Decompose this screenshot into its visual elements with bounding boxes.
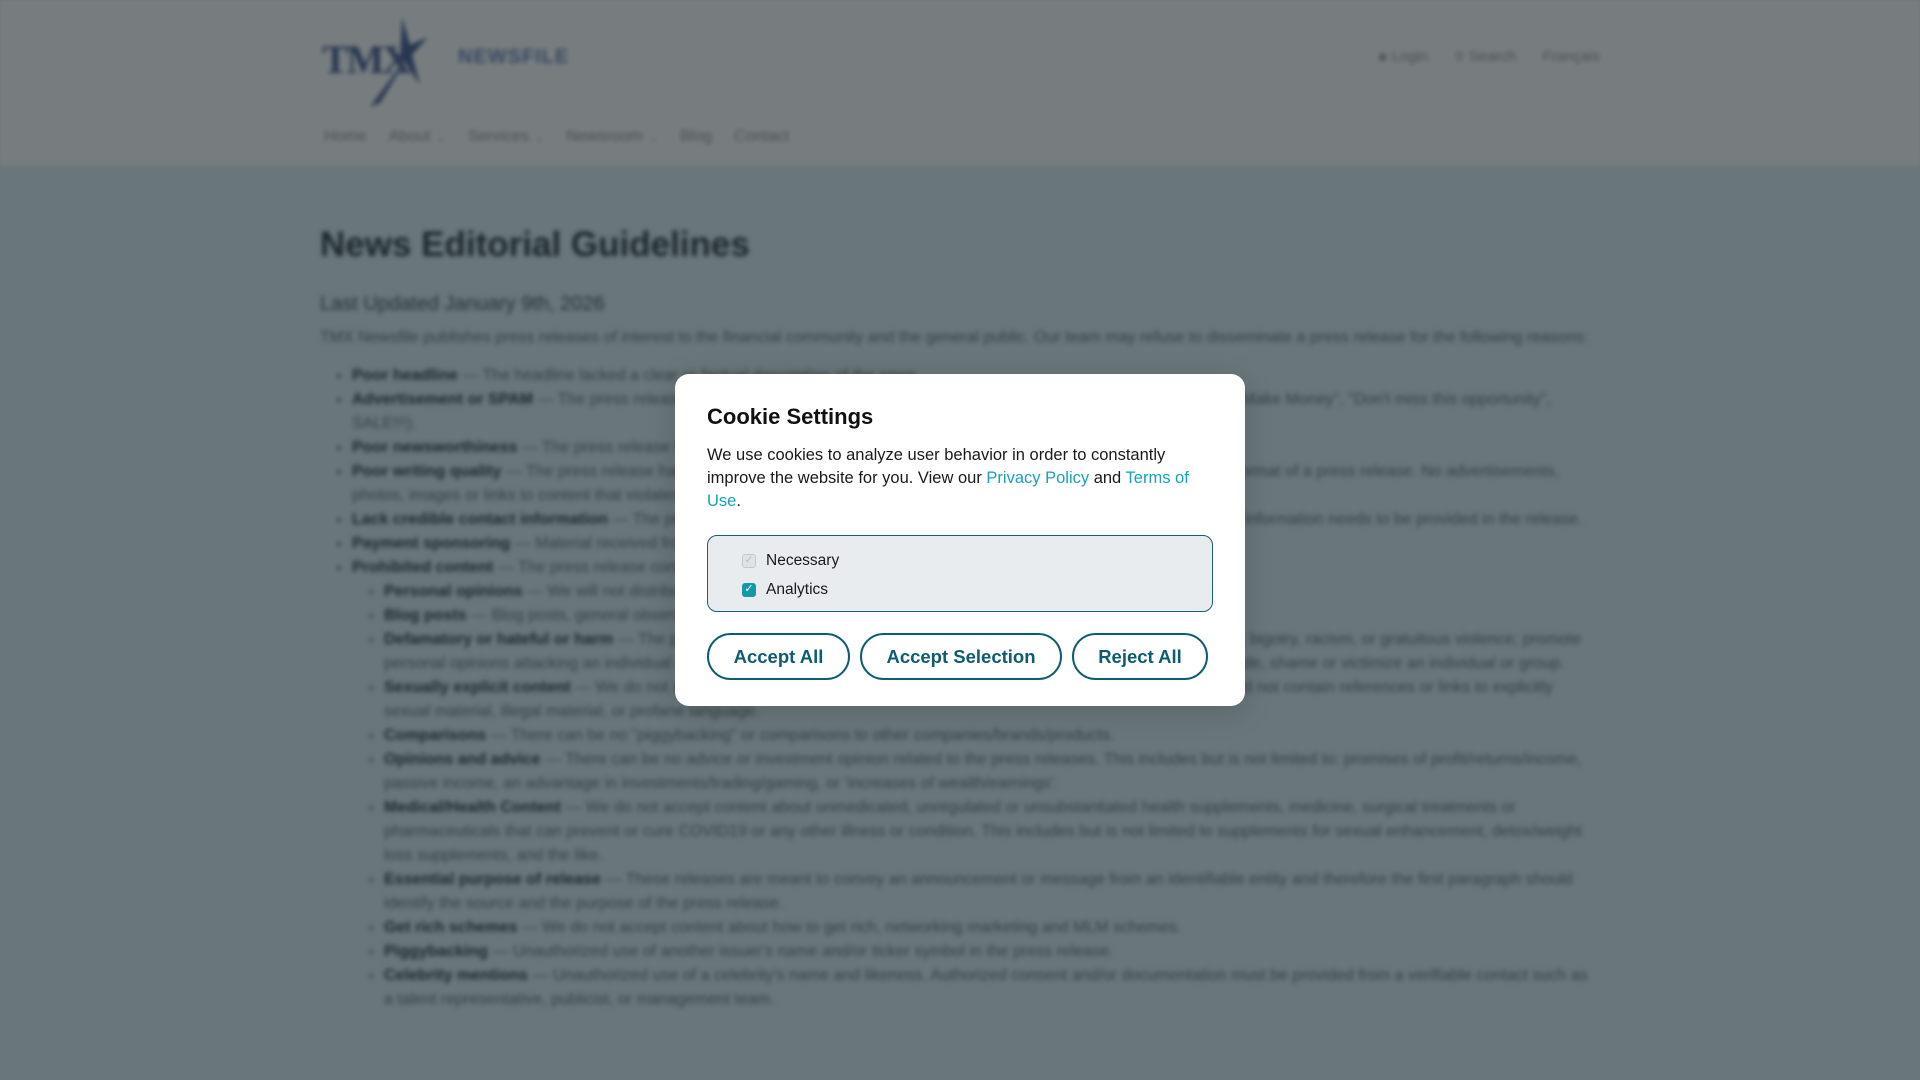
option-label[interactable]: Analytics	[766, 581, 828, 599]
reject-all-button[interactable]: Reject All	[1072, 633, 1208, 680]
option-label: Necessary	[766, 551, 840, 569]
analytics-checkbox[interactable]: ✓	[742, 582, 756, 597]
description-text: and	[1089, 469, 1126, 487]
necessary-checkbox: ✓	[742, 553, 756, 568]
option-necessary: ✓ Necessary	[742, 546, 1178, 575]
privacy-policy-link[interactable]: Privacy Policy	[986, 469, 1089, 487]
cookie-options: ✓ Necessary ✓ Analytics	[707, 535, 1213, 612]
dialog-title: Cookie Settings	[707, 404, 874, 429]
description-text: .	[736, 492, 741, 510]
dialog-description: We use cookies to analyze user behavior …	[707, 444, 1213, 513]
accept-selection-button[interactable]: Accept Selection	[860, 633, 1062, 680]
dialog-actions: Accept All Accept Selection Reject All	[707, 633, 1213, 680]
option-analytics[interactable]: ✓ Analytics	[742, 575, 1178, 604]
cookie-settings-dialog: Cookie Settings We use cookies to analyz…	[675, 374, 1245, 706]
accept-all-button[interactable]: Accept All	[707, 633, 850, 680]
